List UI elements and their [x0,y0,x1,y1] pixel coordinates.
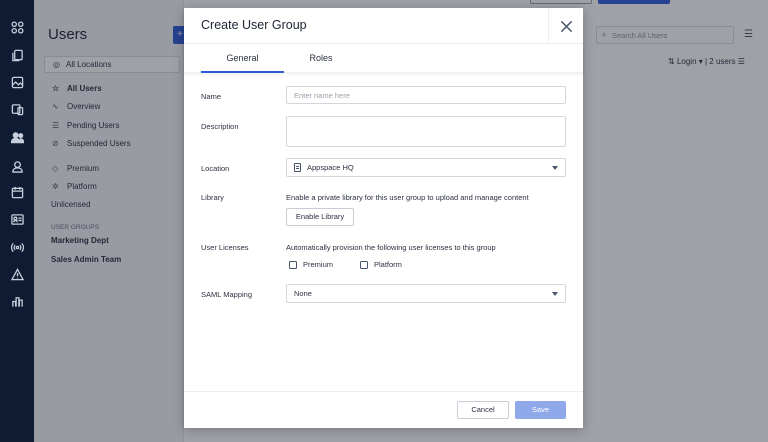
location-value: Appspace HQ [307,163,354,172]
platform-label: Platform [374,260,402,269]
alert-icon[interactable] [9,266,25,282]
close-button[interactable] [548,8,583,44]
location-doc-icon [294,163,301,172]
create-user-group-dialog: Create User Group General Roles Name Des… [184,8,583,428]
platform-checkbox[interactable] [360,260,368,269]
premium-checkbox[interactable] [289,260,297,269]
tab-general[interactable]: General [201,44,284,73]
location-label: Location [201,164,230,173]
copy-icon[interactable] [9,47,25,63]
users-icon[interactable] [9,129,25,145]
enable-library-button[interactable]: Enable Library [286,208,354,226]
dialog-footer: Cancel Save [184,391,583,428]
image-icon[interactable] [9,74,25,90]
broadcast-icon[interactable] [9,239,25,255]
name-label: Name [201,92,222,101]
premium-label: Premium [303,260,334,269]
contact-icon[interactable] [9,158,25,174]
devices-icon[interactable] [9,101,25,117]
library-label: Library [201,193,224,202]
platform-license-option[interactable]: Platform [360,260,402,269]
close-icon [560,20,572,32]
tab-roles[interactable]: Roles [284,44,358,73]
calendar-icon[interactable] [9,184,25,200]
saml-mapping-value: None [294,289,312,298]
description-textarea[interactable] [286,116,566,147]
description-label: Description [201,122,239,131]
dialog-header: Create User Group [184,8,583,44]
user-licenses-label: User Licenses [201,243,249,252]
grid-icon[interactable] [9,19,25,35]
dialog-tabs: General Roles [184,44,583,73]
chevron-down-icon [552,292,558,296]
library-helper-text: Enable a private library for this user g… [286,193,529,202]
analytics-icon[interactable] [9,293,25,309]
chevron-down-icon [552,166,558,170]
cancel-button[interactable]: Cancel [457,401,509,419]
saml-mapping-select[interactable]: None [286,284,566,303]
id-card-icon[interactable] [9,211,25,227]
saml-mapping-label: SAML Mapping [201,290,252,299]
premium-license-option[interactable]: Premium [289,260,333,269]
licenses-helper-text: Automatically provision the following us… [286,243,496,252]
location-select[interactable]: Appspace HQ [286,158,566,177]
app-rail [0,0,34,442]
save-button[interactable]: Save [515,401,566,419]
dialog-title: Create User Group [201,18,307,32]
name-input[interactable] [286,86,566,104]
